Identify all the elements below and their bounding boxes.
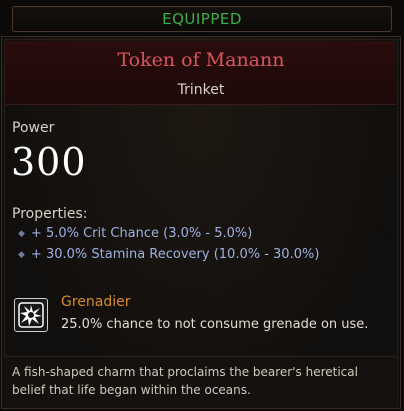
property-text: + 5.0% Crit Chance (3.0% - 5.0%) <box>30 226 253 241</box>
properties-label: Properties: <box>12 206 88 222</box>
item-type: Trinket <box>177 82 225 98</box>
property-row: ◆ + 30.0% Stamina Recovery (10.0% - 30.0… <box>18 247 319 262</box>
power-label: Power <box>12 120 55 136</box>
perk-description: 25.0% chance to not consume grenade on u… <box>61 317 369 332</box>
property-row: ◆ + 5.0% Crit Chance (3.0% - 5.0%) <box>18 226 252 241</box>
property-text: + 30.0% Stamina Recovery (10.0% - 30.0%) <box>30 247 320 262</box>
flavor-text: A fish-shaped charm that proclaims the b… <box>4 356 396 408</box>
equipped-banner: EQUIPPED <box>12 6 392 32</box>
item-tooltip-card: Token of Manann Trinket <box>1 36 401 409</box>
perk-name: Grenadier <box>61 294 131 310</box>
power-value: 300 <box>11 140 87 184</box>
grenade-burst-icon <box>14 298 48 332</box>
diamond-bullet-icon: ◆ <box>18 228 25 239</box>
diamond-bullet-icon: ◆ <box>18 249 25 260</box>
item-name: Token of Manann <box>117 49 285 71</box>
equipped-label: EQUIPPED <box>162 10 242 28</box>
item-header: Token of Manann Trinket <box>6 41 396 105</box>
